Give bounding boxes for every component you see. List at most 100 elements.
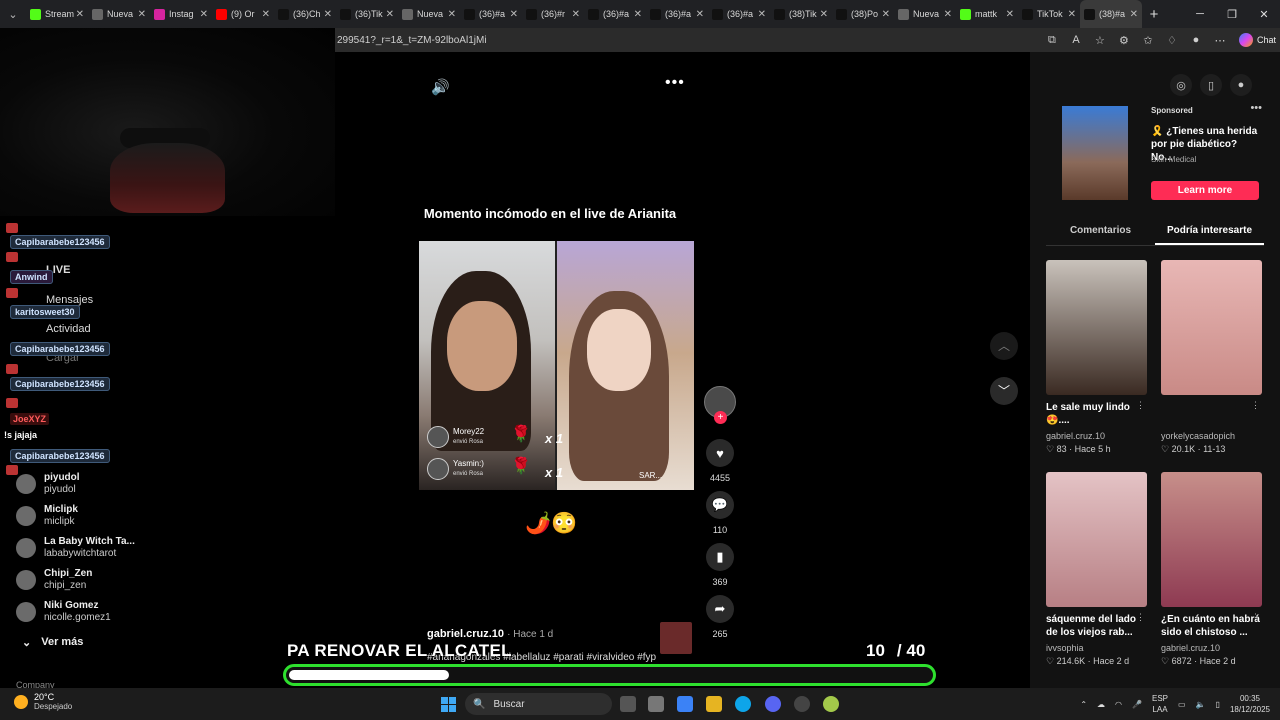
wifi-icon[interactable]: ◠ xyxy=(1115,700,1122,709)
card-more-icon[interactable]: ⋮ xyxy=(1251,400,1260,411)
volume-icon[interactable]: 🔊 xyxy=(431,78,450,96)
video-author[interactable]: gabriel.cruz.10 · Hace 1 d xyxy=(427,628,553,640)
tab-you-may-like[interactable]: Podría interesarte xyxy=(1155,222,1264,245)
save-button[interactable]: ▮ 369 xyxy=(705,543,735,587)
edge-icon[interactable] xyxy=(735,696,751,712)
like-button[interactable]: ♥ 4455 xyxy=(705,439,735,483)
comment-button[interactable]: 💬 110 xyxy=(705,491,735,535)
settings-icon[interactable] xyxy=(794,696,810,712)
volume-tray-icon[interactable]: 🔈 xyxy=(1196,700,1206,709)
sound-thumbnail[interactable] xyxy=(660,622,692,654)
shield-icon[interactable]: ♢ xyxy=(1163,31,1181,49)
browser-tab[interactable]: (36)#r ✕ xyxy=(522,0,584,28)
close-tab-icon[interactable]: ✕ xyxy=(262,9,270,20)
favorite-star-icon[interactable]: ☆ xyxy=(1091,31,1109,49)
followed-account[interactable]: Chipi_Zen chipi_zen xyxy=(16,568,92,592)
compass-icon[interactable]: ◎ xyxy=(1170,74,1192,96)
tab-comments[interactable]: Comentarios xyxy=(1046,222,1155,245)
close-tab-icon[interactable]: ✕ xyxy=(1130,9,1138,20)
share-button[interactable]: ➦ 265 xyxy=(705,595,735,639)
ad-more-icon[interactable]: ••• xyxy=(1250,102,1262,114)
minimize-icon[interactable]: ─ xyxy=(1184,0,1216,28)
previous-video-button[interactable]: ︿ xyxy=(990,332,1018,360)
task-view-icon[interactable] xyxy=(620,696,636,712)
file-explorer-icon[interactable] xyxy=(706,696,722,712)
tray-overflow-icon[interactable]: ⌃ xyxy=(1080,700,1087,709)
close-tab-icon[interactable]: ✕ xyxy=(634,9,642,20)
battery-icon[interactable]: ▯ xyxy=(1216,700,1220,709)
ad-image[interactable] xyxy=(1062,106,1128,200)
more-options-icon[interactable]: ••• xyxy=(665,74,685,92)
profile-icon[interactable]: ● xyxy=(1187,31,1205,49)
card-more-icon[interactable]: ⋮ xyxy=(1251,612,1260,623)
browser-tab[interactable]: (36)#a ✕ xyxy=(460,0,522,28)
browser-tab[interactable]: (36)Ch ✕ xyxy=(274,0,336,28)
extensions-icon[interactable]: ⚙ xyxy=(1115,31,1133,49)
taskbar-search[interactable]: 🔍 Buscar xyxy=(465,693,612,715)
suggested-video-card[interactable]: yorkelycasadopich ♡ 20.1K · 11-13 ⋮ xyxy=(1161,260,1262,455)
card-more-icon[interactable]: ⋮ xyxy=(1136,400,1145,411)
close-tab-icon[interactable]: ✕ xyxy=(696,9,704,20)
chrome-icon[interactable] xyxy=(823,696,839,712)
followed-account[interactable]: Niki Gomez nicolle.gomez1 xyxy=(16,600,111,624)
close-tab-icon[interactable]: ✕ xyxy=(324,9,332,20)
browser-tab[interactable]: (38)Tik ✕ xyxy=(770,0,832,28)
close-tab-icon[interactable]: ✕ xyxy=(200,9,208,20)
phone-icon[interactable]: ▯ xyxy=(1200,74,1222,96)
url-field[interactable]: 299541?_r=1&_t=ZM-92lboAl1jMi xyxy=(335,35,1043,46)
network-icon[interactable]: ▭ xyxy=(1178,700,1186,709)
see-more-button[interactable]: ⌄ Ver más xyxy=(22,636,83,649)
browser-tab[interactable]: Nueva ✕ xyxy=(398,0,460,28)
close-tab-icon[interactable]: ✕ xyxy=(882,9,890,20)
browser-tab[interactable]: (36)#a ✕ xyxy=(708,0,770,28)
close-tab-icon[interactable]: ✕ xyxy=(510,9,518,20)
card-more-icon[interactable]: ⋮ xyxy=(1136,612,1145,623)
nav-activity[interactable]: Actividad xyxy=(46,323,91,335)
close-window-icon[interactable]: ✕ xyxy=(1248,0,1280,28)
close-tab-icon[interactable]: ✕ xyxy=(1006,9,1014,20)
open-in-app-icon[interactable]: ⧉ xyxy=(1043,31,1061,49)
copilot-button[interactable]: Chat xyxy=(1235,33,1280,47)
close-tab-icon[interactable]: ✕ xyxy=(758,9,766,20)
store-icon[interactable] xyxy=(648,696,664,712)
learn-more-button[interactable]: Learn more xyxy=(1151,181,1259,200)
start-icon[interactable] xyxy=(441,697,456,712)
browser-tab[interactable]: (9) Or ✕ xyxy=(212,0,274,28)
close-tab-icon[interactable]: ✕ xyxy=(1068,9,1076,20)
browser-tab[interactable]: (38)#a ✕ xyxy=(1080,0,1142,28)
tab-list-button[interactable]: ⌄ xyxy=(0,0,26,28)
favorites-icon[interactable]: ✩ xyxy=(1139,31,1157,49)
close-tab-icon[interactable]: ✕ xyxy=(944,9,952,20)
suggested-video-card[interactable]: ¿En cuánto en habrá sido el chistoso ...… xyxy=(1161,472,1262,667)
onedrive-icon[interactable]: ☁ xyxy=(1097,700,1105,709)
browser-tab[interactable]: Nueva ✕ xyxy=(88,0,150,28)
close-tab-icon[interactable]: ✕ xyxy=(572,9,580,20)
suggested-video-card[interactable]: Le sale muy lindo 😍.... gabriel.cruz.10 ♡ … xyxy=(1046,260,1147,455)
weather-widget[interactable]: 20°C Despejado xyxy=(14,692,72,711)
discord-icon[interactable] xyxy=(765,696,781,712)
copilot-app-icon[interactable] xyxy=(677,696,693,712)
new-tab-button[interactable]: + xyxy=(1142,6,1166,23)
restore-icon[interactable]: ❐ xyxy=(1216,0,1248,28)
browser-tab[interactable]: Nueva ✕ xyxy=(894,0,956,28)
browser-tab[interactable]: (38)Po ✕ xyxy=(832,0,894,28)
clock[interactable]: 00:35 18/12/2025 xyxy=(1230,693,1270,715)
video-player[interactable]: Morey22 envió Rosa 🌹 x 1 Yasmin:) envió … xyxy=(419,241,694,490)
menu-dots-icon[interactable]: ⋯ xyxy=(1211,31,1229,49)
close-tab-icon[interactable]: ✕ xyxy=(76,9,84,20)
close-tab-icon[interactable]: ✕ xyxy=(138,9,146,20)
next-video-button[interactable]: ﹀ xyxy=(990,377,1018,405)
close-tab-icon[interactable]: ✕ xyxy=(820,9,828,20)
browser-tab[interactable]: (36)#a ✕ xyxy=(646,0,708,28)
translate-icon[interactable]: A xyxy=(1067,31,1085,49)
browser-tab[interactable]: (36)Tik ✕ xyxy=(336,0,398,28)
follow-plus-icon[interactable]: + xyxy=(714,411,727,424)
close-tab-icon[interactable]: ✕ xyxy=(386,9,394,20)
browser-tab[interactable]: (36)#a ✕ xyxy=(584,0,646,28)
user-avatar-icon[interactable]: ● xyxy=(1230,74,1252,96)
followed-account[interactable]: Miclipk miclipk xyxy=(16,504,78,528)
followed-account[interactable]: La Baby Witch Ta... lababywitchtarot xyxy=(16,536,135,560)
suggested-video-card[interactable]: sáquenme del lado de los viejos rab... iv… xyxy=(1046,472,1147,667)
microphone-icon[interactable]: 🎤 xyxy=(1132,700,1142,709)
language-indicator[interactable]: ESP LAA xyxy=(1152,693,1168,715)
